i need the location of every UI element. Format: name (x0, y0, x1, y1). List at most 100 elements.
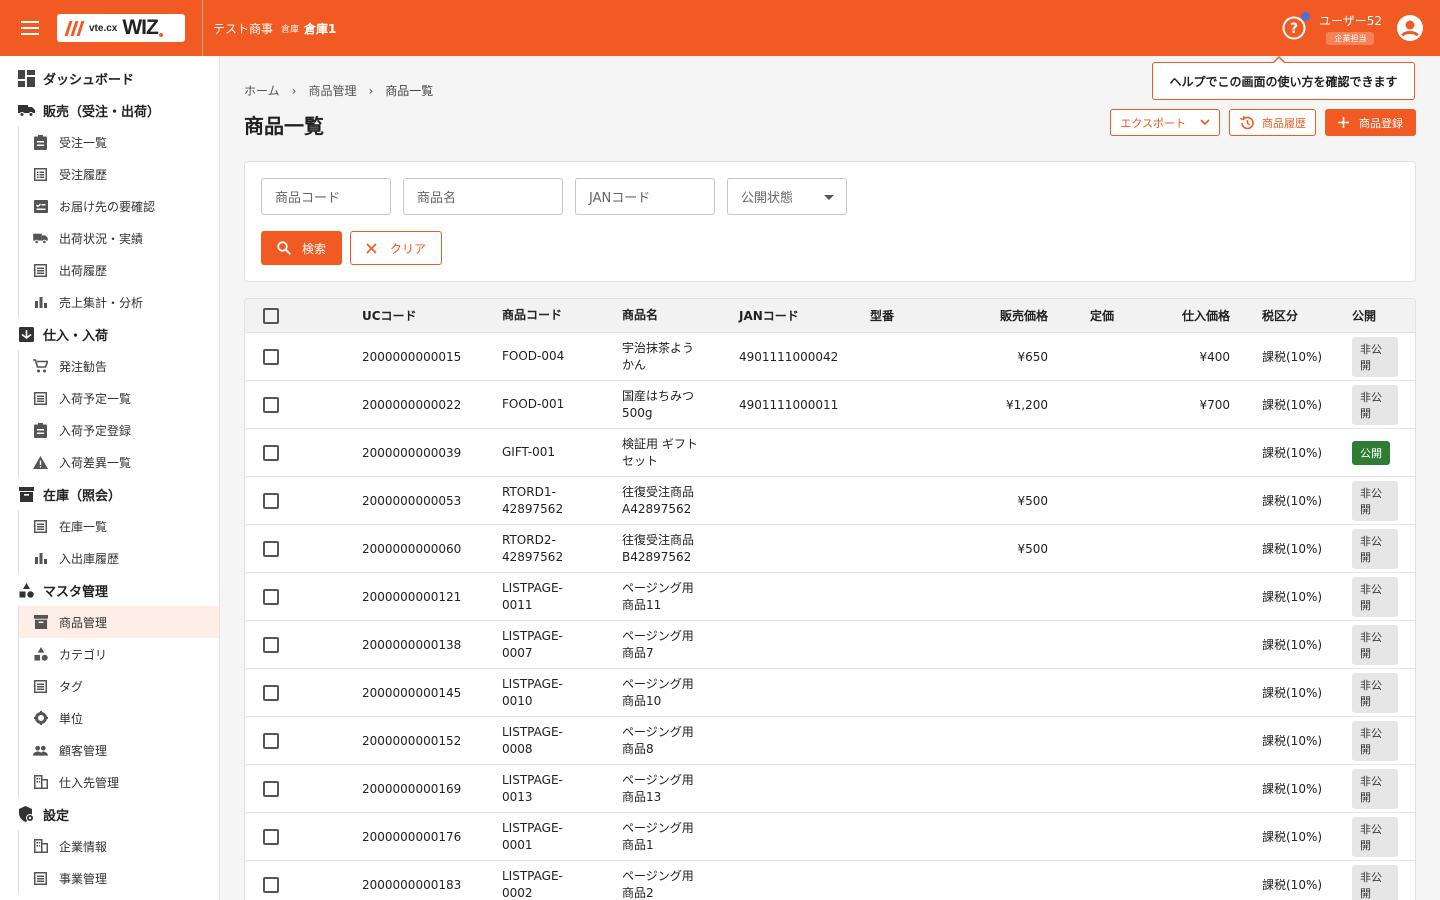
app-logo[interactable]: vte.cx WIZ (57, 14, 185, 42)
sidebar-item-stock-list[interactable]: 在庫一覧 (18, 510, 219, 542)
table-row[interactable]: 2000000000145 LISTPAGE- 0010 ページング用 商品10 課税(1… (245, 669, 1415, 717)
breadcrumb-home[interactable]: ホーム (244, 82, 280, 99)
sidebar-group-settings[interactable]: 設定 (0, 798, 219, 830)
col-public[interactable]: 公開 (1338, 307, 1398, 324)
history-label: 商品履歴 (1262, 116, 1306, 130)
breadcrumb-product-management[interactable]: 商品管理 (308, 82, 356, 99)
sidebar-item-category[interactable]: カテゴリ (18, 638, 219, 670)
table-row[interactable]: 2000000000053 RTORD1- 42897562 往復受注商品 A42897… (245, 477, 1415, 525)
clear-button[interactable]: クリア (350, 231, 442, 265)
sidebar-item-arrival-register[interactable]: 入荷予定登録 (18, 414, 219, 446)
row-checkbox[interactable] (263, 348, 279, 365)
shield-gear-icon (18, 806, 35, 823)
sidebar-item-arrival-diff[interactable]: 入荷差異一覧 (18, 446, 219, 478)
sidebar-item-product[interactable]: 商品管理 (18, 606, 219, 638)
cell-product-name-line: 宇治抹茶よう (622, 340, 695, 355)
sidebar-item-order-list[interactable]: 受注一覧 (18, 126, 219, 158)
cell-product-name-line: 検証用 ギフト (622, 436, 698, 451)
row-checkbox[interactable] (263, 828, 279, 845)
row-checkbox[interactable] (263, 540, 279, 557)
table-row[interactable]: 2000000000169 LISTPAGE- 0013 ページング用 商品13 課税(1… (245, 765, 1415, 813)
row-checkbox[interactable] (263, 780, 279, 797)
table-row[interactable]: 2000000000022 FOOD-001 国産はちみつ 500g 490111100… (245, 381, 1415, 429)
col-list-price[interactable]: 定価 (1048, 307, 1114, 324)
sidebar-item-label: お届け先の要確認 (59, 199, 156, 214)
row-checkbox[interactable] (263, 636, 279, 653)
status-badge: 非公開 (1352, 384, 1398, 425)
sidebar-item-label: 入荷差異一覧 (59, 455, 132, 470)
sidebar-item-shipping-history[interactable]: 出荷履歴 (18, 254, 219, 286)
chevron-right-icon: › (368, 83, 374, 98)
search-button[interactable]: 検索 (261, 231, 342, 265)
product-code-input[interactable]: 商品コード (261, 178, 391, 215)
select-all-checkbox[interactable] (263, 307, 279, 324)
export-button[interactable]: エクスポート (1110, 109, 1220, 136)
product-name-input[interactable]: 商品名 (403, 178, 563, 215)
sidebar-item-customer[interactable]: 顧客管理 (18, 734, 219, 766)
sidebar-item-stock-history[interactable]: 入出庫履歴 (18, 542, 219, 574)
table-row[interactable]: 2000000000060 RTORD2- 42897562 往復受注商品 B42897… (245, 525, 1415, 573)
cell-product-code-line: 0002 (502, 885, 533, 900)
row-checkbox[interactable] (263, 732, 279, 749)
close-icon (366, 242, 377, 254)
row-checkbox[interactable] (263, 444, 279, 461)
sidebar-item-sales-analysis[interactable]: 売上集計・分析 (18, 286, 219, 318)
table-row[interactable]: 2000000000176 LISTPAGE- 0001 ページング用 商品1 課税(10… (245, 813, 1415, 861)
table-row[interactable]: 2000000000039 GIFT-001 検証用 ギフト セット 課税(10%) 公開 (245, 429, 1415, 477)
sidebar-dashboard[interactable]: ダッシュボード (0, 62, 219, 94)
cell-product-name-line: B42897562 (622, 549, 692, 564)
status-select[interactable]: 公開状態 (727, 178, 847, 215)
row-checkbox[interactable] (263, 396, 279, 413)
sidebar-item-label: 在庫一覧 (59, 519, 108, 534)
table-row[interactable]: 2000000000121 LISTPAGE- 0011 ページング用 商品11 課税(1… (245, 573, 1415, 621)
menu-button[interactable] (0, 0, 60, 56)
row-checkbox[interactable] (263, 492, 279, 509)
table-row[interactable]: 2000000000183 LISTPAGE- 0002 ページング用 商品2 課税(10… (245, 861, 1415, 900)
list-icon (33, 263, 48, 278)
sidebar-item-company-info[interactable]: 企業情報 (18, 830, 219, 862)
sidebar-item-business[interactable]: 事業管理 (18, 862, 219, 894)
table-row[interactable]: 2000000000152 LISTPAGE- 0008 ページング用 商品8 課税(10… (245, 717, 1415, 765)
user-role-badge: 企業担当 (1326, 31, 1375, 45)
register-product-button[interactable]: 商品登録 (1325, 109, 1416, 136)
col-jan-code[interactable]: JANコード (739, 307, 870, 324)
account-button[interactable] (1396, 14, 1424, 42)
sidebar-group-settings-label: 設定 (43, 808, 70, 824)
sidebar-group-sales[interactable]: 販売（受注・出荷） (0, 94, 219, 126)
status-badge: 非公開 (1352, 720, 1398, 761)
cell-uc-code: 2000000000145 (362, 685, 462, 700)
sidebar-item-delivery-check[interactable]: お届け先の要確認 (18, 190, 219, 222)
col-product-name[interactable]: 商品名 (622, 307, 739, 324)
cell-product-code-line: 0011 (502, 597, 533, 612)
sidebar-item-label: 商品管理 (59, 615, 108, 630)
col-sale-price[interactable]: 販売価格 (952, 307, 1048, 324)
col-tax[interactable]: 税区分 (1230, 307, 1338, 324)
help-button[interactable]: ? (1281, 12, 1310, 41)
row-checkbox[interactable] (263, 588, 279, 605)
table-row[interactable]: 2000000000138 LISTPAGE- 0007 ページング用 商品7 課税(10… (245, 621, 1415, 669)
col-product-code[interactable]: 商品コード (502, 307, 622, 324)
col-model[interactable]: 型番 (870, 307, 952, 324)
logo-mark-icon (63, 19, 85, 37)
col-uc-code[interactable]: UCコード (362, 307, 502, 324)
sidebar-item-supplier[interactable]: 仕入先管理 (18, 766, 219, 798)
table-row[interactable]: 2000000000015 FOOD-004 宇治抹茶よう かん 49011110000… (245, 333, 1415, 381)
building-icon (33, 839, 48, 854)
history-button[interactable]: 商品履歴 (1229, 109, 1316, 136)
sidebar-group-master[interactable]: マスタ管理 (0, 574, 219, 606)
sidebar-item-purchase-recommend[interactable]: 発注勧告 (18, 350, 219, 382)
row-checkbox[interactable] (263, 876, 279, 893)
sidebar-item-tag[interactable]: タグ (18, 670, 219, 702)
sidebar-item-unit[interactable]: 単位 (18, 702, 219, 734)
sidebar-group-stock[interactable]: 在庫（照会） (0, 478, 219, 510)
sidebar-group-purchase[interactable]: 仕入・入荷 (0, 318, 219, 350)
sidebar-item-order-history[interactable]: 受注履歴 (18, 158, 219, 190)
sidebar-item-arrival-list[interactable]: 入荷予定一覧 (18, 382, 219, 414)
sidebar-item-shipping-status[interactable]: 出荷状況・実績 (18, 222, 219, 254)
cell-product-name-line: 商品7 (622, 645, 654, 660)
cell-product-code: LISTPAGE- 0011 (502, 580, 622, 614)
user-info[interactable]: ユーザー52 企業担当 (1319, 12, 1382, 45)
row-checkbox[interactable] (263, 684, 279, 701)
jan-code-input[interactable]: JANコード (575, 178, 715, 215)
col-cost-price[interactable]: 仕入価格 (1114, 307, 1230, 324)
